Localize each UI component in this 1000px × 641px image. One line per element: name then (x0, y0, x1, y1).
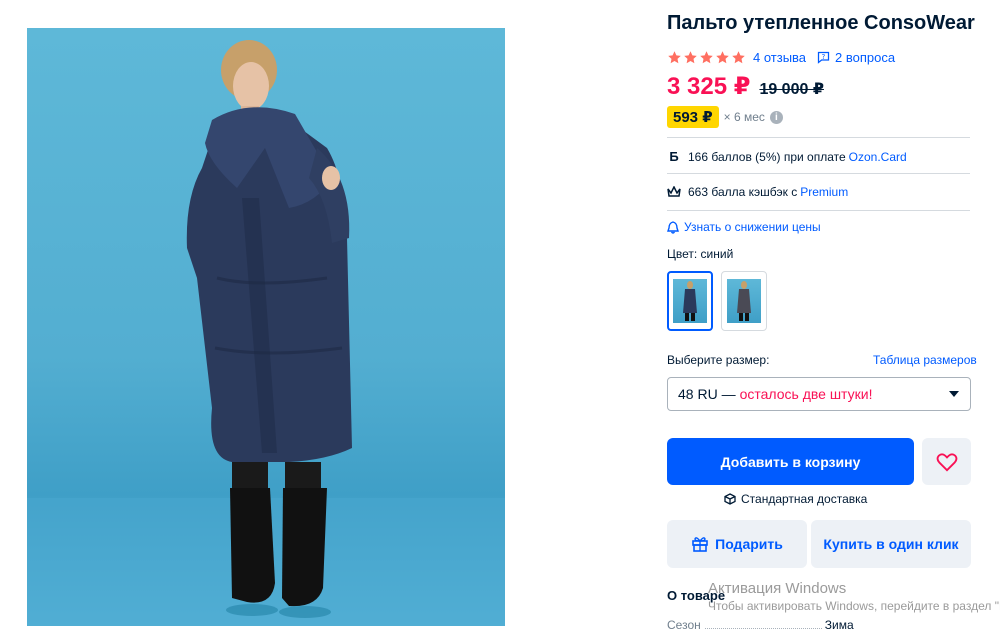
color-swatch-selected[interactable] (667, 271, 713, 331)
star-icon (684, 50, 697, 63)
stock-warning: осталось две штуки! (739, 386, 873, 402)
favorite-button[interactable] (922, 438, 971, 485)
premium-link[interactable]: Premium (800, 185, 848, 199)
divider (667, 137, 970, 138)
coat-illustration (27, 40, 505, 626)
installment-badge: 593 ₽ (667, 106, 719, 128)
spec-key: Сезон (667, 618, 701, 632)
bell-icon (667, 220, 679, 234)
old-price: 19 000 ₽ (759, 81, 824, 98)
star-icon (732, 50, 745, 63)
questions-link[interactable]: 2 вопроса (835, 50, 895, 65)
ozon-card-icon: Б (669, 149, 679, 164)
spec-dots (704, 628, 822, 629)
color-label: Цвет: синий (667, 247, 734, 261)
box-icon (724, 493, 736, 505)
divider (667, 210, 970, 211)
product-title: Пальто утепленное ConsoWear (667, 12, 975, 34)
watermark-title: Активация Windows (708, 580, 847, 597)
reviews-link[interactable]: 4 отзыва (753, 50, 806, 65)
windows-activation-watermark: Активация Windows Чтобы активировать Win… (708, 580, 1000, 613)
gift-icon (692, 537, 708, 552)
swatch-thumbnail (673, 279, 707, 323)
rating-row: 4 отзыва ? 2 вопроса (667, 48, 895, 66)
info-icon[interactable]: i (769, 110, 783, 124)
price-row: 3 325 ₽ 19 000 ₽ (667, 72, 824, 101)
crown-icon (667, 186, 681, 197)
size-table-link[interactable]: Таблица размеров (873, 353, 977, 367)
price-drop-notify[interactable]: Узнать о снижении цены (667, 220, 821, 234)
buy-one-click-button[interactable]: Купить в один клик (811, 520, 971, 568)
spec-value: Зима (824, 618, 854, 632)
price-drop-notify-label: Узнать о снижении цены (684, 220, 821, 234)
chevron-down-icon (949, 391, 959, 397)
divider (667, 173, 970, 174)
size-selected-value: 48 RU — (678, 386, 736, 402)
add-to-cart-button[interactable]: Добавить в корзину (667, 438, 914, 485)
premium-cashback-text: 663 балла кэшбэк с (688, 185, 798, 199)
gift-button-label: Подарить (715, 536, 783, 552)
delivery-label: Стандартная доставка (741, 492, 868, 506)
watermark-subtitle: Чтобы активировать Windows, перейдите в … (708, 599, 1000, 613)
ozon-card-link[interactable]: Ozon.Card (849, 150, 907, 164)
size-select[interactable]: 48 RU — осталось две штуки! (667, 377, 971, 411)
star-icon (668, 50, 681, 63)
gift-button[interactable]: Подарить (667, 520, 807, 568)
star-icon (716, 50, 729, 63)
swatch-thumbnail (727, 279, 761, 323)
current-price: 3 325 ₽ (667, 73, 751, 100)
installment-term: × 6 мес (723, 110, 765, 124)
svg-text:?: ? (822, 52, 826, 60)
ozon-card-bonus: Б 166 баллов (5%) при оплате Ozon.Card (667, 149, 907, 164)
delivery-info: Стандартная доставка (724, 492, 867, 506)
heart-icon (936, 452, 957, 471)
size-label: Выберите размер: (667, 353, 770, 367)
premium-cashback: 663 балла кэшбэк с Premium (667, 185, 848, 199)
spec-row: Сезон Зима (667, 618, 967, 632)
star-icon (700, 50, 713, 63)
rating-stars[interactable] (667, 50, 746, 65)
product-image[interactable] (27, 28, 505, 626)
installment-row[interactable]: 593 ₽ × 6 мес i (667, 106, 783, 128)
color-swatch[interactable] (721, 271, 767, 331)
question-bubble-icon: ? (817, 51, 830, 64)
ozon-card-bonus-text: 166 баллов (5%) при оплате (688, 149, 846, 164)
